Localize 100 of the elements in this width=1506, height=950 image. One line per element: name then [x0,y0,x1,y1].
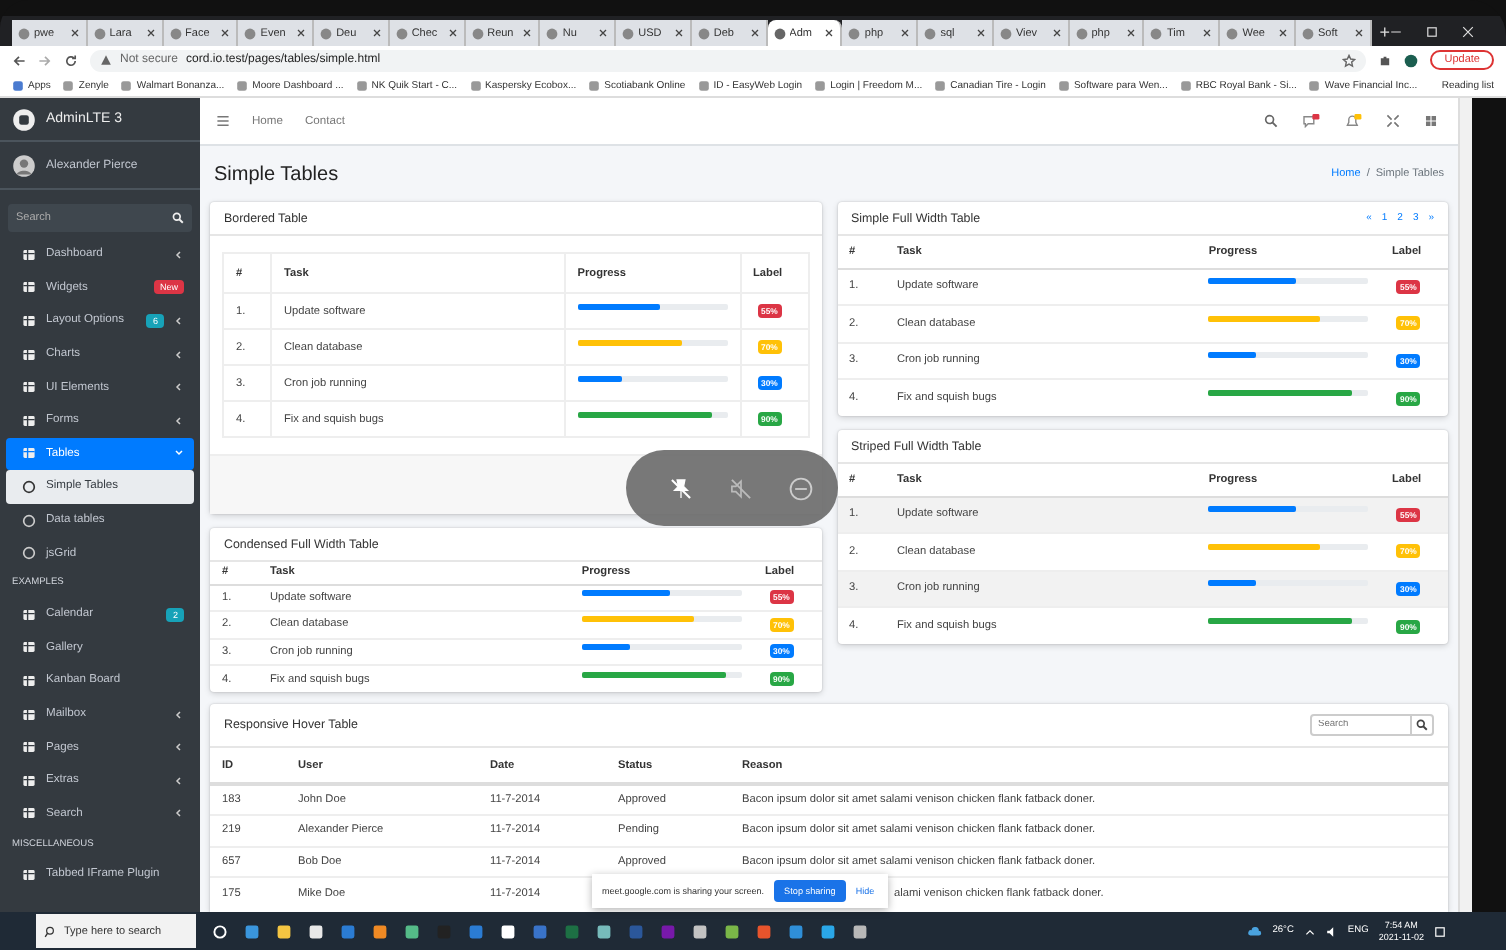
task-view-icon[interactable] [212,923,228,939]
chevron-left-icon [174,415,184,426]
back-arrow-icon[interactable] [12,53,26,67]
bookmark-favicon-icon [355,79,368,91]
close-icon[interactable] [1051,28,1062,38]
bookmark-favicon-icon [236,79,249,91]
new-tab-button[interactable]: + [1379,21,1391,41]
close-icon[interactable] [824,28,835,38]
bell-icon[interactable] [1344,114,1362,128]
close-icon[interactable] [69,28,80,38]
nav-icon [22,413,36,428]
chevron-down-icon [174,448,184,459]
nav-icon [22,380,36,395]
chevron-up-icon[interactable] [1303,925,1316,937]
logo-icon [12,107,36,131]
reload-icon[interactable] [64,53,78,67]
nav-icon [22,607,36,622]
expand-icon[interactable] [1386,114,1400,128]
close-icon[interactable] [296,28,307,38]
search-icon [44,925,56,937]
nav-icon [22,773,36,788]
page-title: Simple Tables [214,163,339,185]
scrollbar[interactable] [1458,98,1472,912]
speaker-icon[interactable] [1325,925,1338,937]
bookmark-favicon-icon [1308,79,1321,91]
favicon-icon [169,27,182,39]
close-icon[interactable] [1202,28,1213,38]
favicon-icon [320,27,333,39]
avatar-icon [12,153,36,177]
bookmark-favicon-icon [814,79,827,91]
nav-icon [22,640,36,655]
close-icon[interactable] [145,28,156,38]
bookmark-favicon-icon [588,79,601,91]
nav-icon [22,867,36,882]
favicon-icon [18,27,30,39]
chat-icon[interactable] [1302,114,1320,128]
search-icon[interactable] [1264,114,1278,128]
close-icon[interactable] [598,28,609,38]
nav-icon [22,313,36,328]
nav-icon [22,673,36,688]
favicon-icon [999,27,1012,39]
close-icon[interactable] [975,28,986,38]
favicon-icon [1302,27,1315,39]
favicon-icon [395,27,408,39]
favicon-icon [848,27,861,39]
nav-icon [22,707,36,722]
close-icon[interactable] [1353,28,1364,38]
warning-icon [100,54,112,66]
close-icon[interactable] [447,28,458,38]
close-icon[interactable] [749,28,760,38]
chevron-left-icon [174,775,184,786]
favicon-icon [773,27,786,39]
favicon-icon [546,27,559,39]
minus-circle-icon[interactable] [787,475,813,501]
pin-off-icon[interactable] [667,475,693,501]
favicon-icon [93,27,106,39]
chevron-left-icon [174,315,184,326]
favicon-icon [697,27,710,39]
close-icon[interactable] [1278,28,1289,38]
avatar-icon[interactable] [1404,53,1419,67]
cloud-icon [1246,925,1263,937]
nav-icon [22,347,36,362]
notification-icon[interactable] [1434,925,1446,937]
circle-icon [22,546,36,561]
bookmark-favicon-icon [1057,79,1070,91]
grid-icon[interactable] [1424,114,1438,128]
maximize-icon[interactable] [1426,25,1439,37]
favicon-icon [1150,27,1163,39]
chevron-left-icon [174,742,184,753]
close-icon[interactable] [371,28,382,38]
chevron-left-icon [174,349,184,360]
favicon-icon [1226,27,1239,39]
star-icon[interactable] [1342,53,1357,67]
chevron-left-icon [174,249,184,260]
close-icon[interactable] [1126,28,1137,38]
favicon-icon [924,27,937,39]
chevron-left-icon [174,808,184,819]
close-icon[interactable] [220,28,231,38]
chevron-left-icon [174,709,184,720]
chevron-left-icon [174,382,184,393]
favicon-icon [1075,27,1088,39]
close-icon[interactable] [900,28,911,38]
favicon-icon [244,27,257,39]
favicon-icon [622,27,635,39]
close-icon[interactable] [522,28,533,38]
close-icon[interactable] [673,28,684,38]
favicon-icon [471,27,484,39]
nav-icon [22,446,36,461]
circle-icon [22,513,36,528]
nav-icon [22,740,36,755]
bookmark-favicon-icon [120,79,133,91]
bookmark-favicon-icon [1179,79,1192,91]
nav-icon [22,806,36,821]
bookmark-favicon-icon [697,79,710,91]
minimize-icon[interactable] [1390,25,1403,37]
menu-icon[interactable] [216,114,230,128]
bookmark-favicon-icon [62,79,75,91]
bookmark-favicon-icon [469,79,482,91]
bookmark-favicon-icon [12,79,24,91]
circle-icon [22,479,36,494]
